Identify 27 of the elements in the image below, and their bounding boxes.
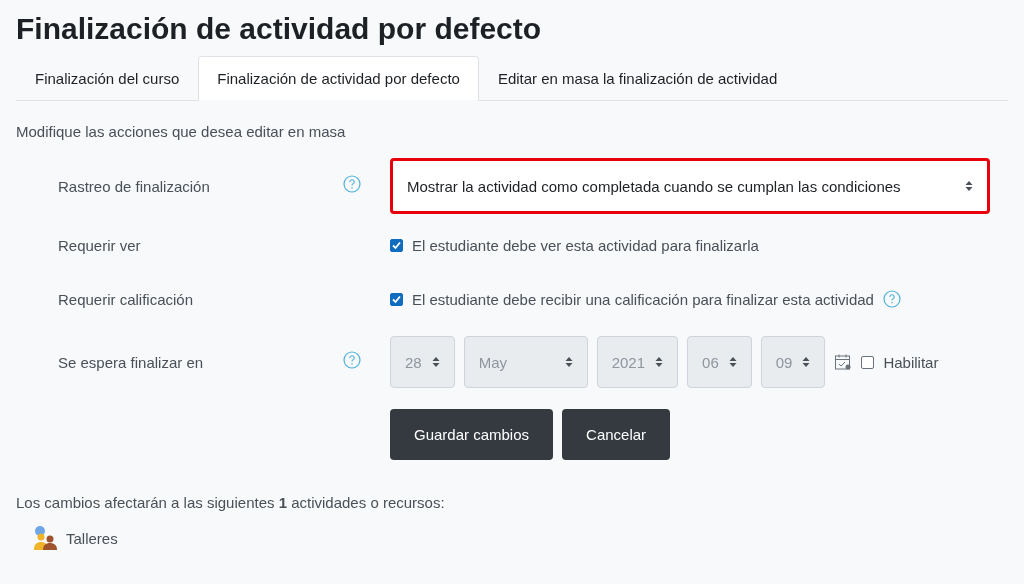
page-title: Finalización de actividad por defecto	[16, 12, 543, 46]
checkbox-label: Habilitar	[883, 353, 939, 371]
affected-text: Los cambios afectarán a las siguientes 1 actividades o recursos:	[16, 494, 446, 511]
save-button[interactable]: Guardar cambios	[390, 408, 554, 460]
checkbox-label: El estudiante debe ver esta actividad para finalizarla	[412, 236, 759, 254]
sort-arrows-icon	[655, 356, 664, 368]
instructions-text: Modifique las acciones que desea editar en masa	[16, 123, 347, 140]
checkbox-label: El estudiante debe recibir una calificación para finalizar esta actividad	[412, 290, 874, 308]
checkbox[interactable]	[390, 292, 403, 306]
tab[interactable]: Finalización del curso	[16, 56, 199, 101]
sort-arrows-icon	[564, 356, 573, 368]
calendar-icon[interactable]	[834, 353, 853, 371]
people-icon	[32, 525, 58, 551]
sort-arrows-icon	[728, 356, 737, 368]
tab[interactable]: Finalización de actividad por defecto	[198, 56, 479, 101]
cancel-button[interactable]: Cancelar	[562, 408, 671, 460]
sort-arrows-icon	[965, 180, 973, 192]
activity-name[interactable]: Talleres	[66, 529, 118, 547]
field-label: Requerir calificación	[57, 290, 195, 308]
field-label: Se espera finalizar en	[57, 353, 205, 371]
sort-arrows-icon	[431, 356, 440, 368]
field-label: Rastreo de finalización	[57, 177, 211, 195]
tab[interactable]: Editar en masa la finalización de actividad	[478, 56, 797, 101]
select-field[interactable]: Mostrar la actividad como completada cuando se cumplan las condiciones	[390, 158, 990, 214]
sort-arrows-icon	[802, 356, 811, 368]
checkbox[interactable]	[390, 238, 403, 252]
field-label: Requerir ver	[57, 236, 142, 254]
